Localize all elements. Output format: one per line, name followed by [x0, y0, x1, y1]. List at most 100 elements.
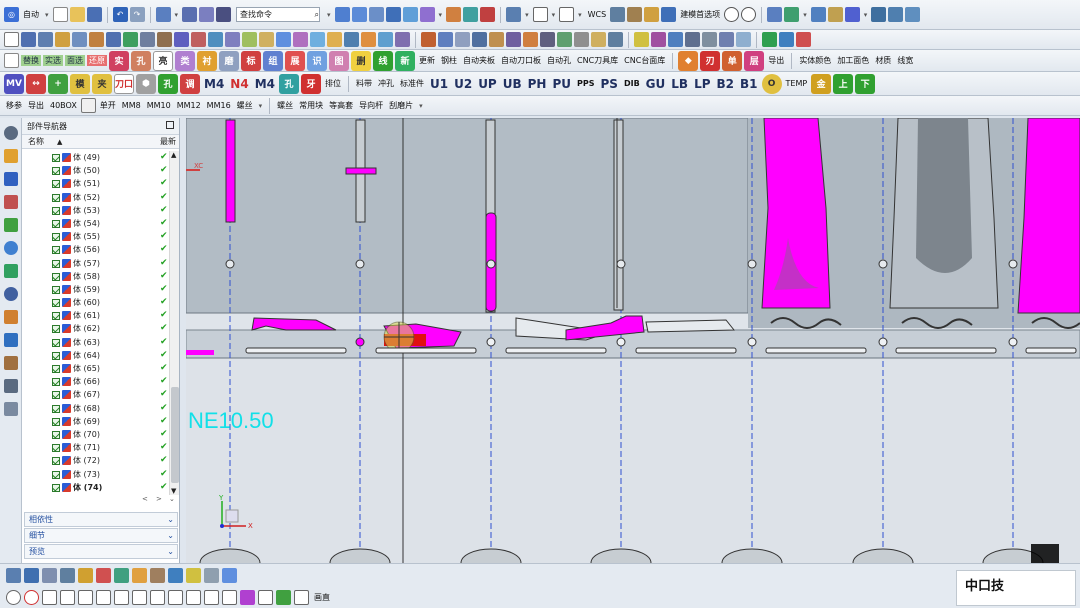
- bridge-icon[interactable]: [591, 32, 606, 47]
- tree-item[interactable]: 体 (55) ✔: [22, 230, 169, 243]
- auto-hole-icon[interactable]: 孔: [131, 50, 151, 71]
- graphics-viewport[interactable]: XC NE10.50 X Y: [186, 118, 1080, 563]
- redo-icon[interactable]: ↷: [129, 7, 145, 22]
- snap-icon[interactable]: [199, 7, 215, 22]
- u2-button[interactable]: U2: [452, 77, 474, 91]
- curve-icon[interactable]: [463, 7, 479, 22]
- transform-icon[interactable]: [168, 567, 183, 583]
- mirror-icon[interactable]: [242, 32, 257, 47]
- marker-icon[interactable]: [186, 567, 201, 583]
- visibility-checkbox[interactable]: [52, 365, 60, 373]
- pattern-tool-icon[interactable]: [150, 567, 165, 583]
- ruler-icon[interactable]: [627, 7, 643, 22]
- guide-line-icon[interactable]: 线: [373, 50, 393, 71]
- common-block-button[interactable]: 常用块: [297, 100, 325, 111]
- box-icon[interactable]: [80, 98, 96, 113]
- tree-item[interactable]: 体 (67) ✔: [22, 388, 169, 401]
- chevron-down-icon[interactable]: ▾: [45, 11, 49, 19]
- dot-icon[interactable]: [719, 32, 734, 47]
- auto-dim-icon[interactable]: 标: [241, 50, 261, 71]
- patch-icon[interactable]: [395, 32, 410, 47]
- curve-offset-icon[interactable]: [574, 32, 589, 47]
- adjust-icon[interactable]: 调: [180, 73, 200, 94]
- move-object-icon[interactable]: [132, 567, 147, 583]
- constraint-navigator-icon[interactable]: [4, 172, 18, 186]
- steel-pillar-button[interactable]: 钢柱: [439, 55, 459, 66]
- layer-icon[interactable]: [216, 7, 232, 22]
- export-icon[interactable]: [762, 32, 777, 47]
- auto-clamp-button[interactable]: 自动夹板: [461, 55, 497, 66]
- part-navigator-icon[interactable]: [4, 195, 18, 209]
- settings-icon[interactable]: [4, 126, 18, 140]
- trim-icon[interactable]: [123, 32, 138, 47]
- tree-item[interactable]: 体 (52) ✔: [22, 191, 169, 204]
- axis-icon[interactable]: [472, 32, 487, 47]
- sew-icon[interactable]: [378, 32, 393, 47]
- snap-point-icon[interactable]: [60, 567, 75, 583]
- wave-icon[interactable]: [294, 589, 309, 605]
- polyline-icon[interactable]: [651, 32, 666, 47]
- modeling-preferences-label[interactable]: 建模首选项: [678, 9, 722, 20]
- measure-icon[interactable]: [182, 7, 198, 22]
- lb-button[interactable]: LB: [669, 77, 690, 91]
- wcs-label[interactable]: WCS: [586, 10, 609, 19]
- b1-button[interactable]: B1: [738, 77, 760, 91]
- visibility-checkbox[interactable]: [52, 391, 60, 400]
- extrude-icon[interactable]: [21, 32, 36, 47]
- rotate-icon[interactable]: [368, 7, 384, 22]
- tooth-icon[interactable]: 牙: [301, 73, 321, 94]
- edit-icon[interactable]: [78, 567, 93, 583]
- part-icon[interactable]: [644, 7, 660, 22]
- scraper-button[interactable]: 刮磨片: [387, 100, 415, 111]
- tree-item[interactable]: 体 (74) ✔: [22, 481, 169, 494]
- point-icon[interactable]: [438, 32, 453, 47]
- visibility-checkbox[interactable]: [52, 206, 60, 215]
- wrench-icon[interactable]: [827, 7, 843, 22]
- visibility-checkbox[interactable]: [52, 259, 60, 268]
- unfold-icon[interactable]: 展: [285, 50, 305, 71]
- visibility-checkbox[interactable]: [52, 246, 60, 255]
- visibility-checkbox[interactable]: [52, 470, 60, 479]
- tree-item[interactable]: 体 (56) ✔: [22, 243, 169, 256]
- update-icon[interactable]: 新: [395, 50, 415, 71]
- offset-curve-icon[interactable]: [168, 589, 183, 605]
- filter-icon[interactable]: [559, 7, 575, 22]
- punch-button[interactable]: 冲孔: [376, 78, 396, 89]
- tool-icon[interactable]: [810, 7, 826, 22]
- mm12-button[interactable]: MM12: [175, 101, 203, 110]
- material-icon[interactable]: [796, 32, 811, 47]
- tree-item[interactable]: 体 (63) ✔: [22, 336, 169, 349]
- spline-icon[interactable]: [506, 32, 521, 47]
- highlight-icon[interactable]: 亮: [153, 50, 173, 71]
- m4-button[interactable]: M4: [202, 77, 226, 91]
- tree-item[interactable]: 体 (69) ✔: [22, 415, 169, 428]
- model-view[interactable]: XC NE10.50 X Y: [186, 118, 1080, 563]
- mirror-curve-icon[interactable]: [186, 589, 201, 605]
- replace-button[interactable]: 替换: [21, 55, 41, 66]
- hatch-icon[interactable]: [258, 589, 273, 605]
- visibility-checkbox[interactable]: [52, 219, 60, 228]
- preview-panel[interactable]: 预览 ⌄: [24, 544, 178, 559]
- clamp-icon[interactable]: 夹: [92, 73, 112, 94]
- preferences-icon[interactable]: [661, 7, 677, 22]
- join-icon[interactable]: [608, 32, 623, 47]
- section-icon[interactable]: [402, 7, 418, 22]
- offset-icon[interactable]: [140, 32, 155, 47]
- visibility-checkbox[interactable]: [52, 167, 60, 176]
- assembly-icon[interactable]: [767, 7, 783, 22]
- export-button[interactable]: 导出: [766, 55, 786, 66]
- view-icon[interactable]: [334, 7, 350, 22]
- draft-icon[interactable]: [157, 32, 172, 47]
- grid2-icon[interactable]: [905, 7, 921, 22]
- chamfer-tool-icon[interactable]: [150, 589, 165, 605]
- type-icon[interactable]: 类: [175, 50, 195, 71]
- tree-item[interactable]: 体 (49) ✔: [22, 151, 169, 164]
- ub-button[interactable]: UB: [501, 77, 524, 91]
- add-icon[interactable]: +: [48, 73, 68, 94]
- spline-tool-icon[interactable]: [276, 589, 291, 605]
- tree-item[interactable]: 体 (68) ✔: [22, 402, 169, 415]
- palette-icon[interactable]: [4, 379, 18, 393]
- slot-icon[interactable]: [60, 589, 75, 605]
- backslash-icon[interactable]: [736, 32, 751, 47]
- intersect-icon[interactable]: [557, 32, 572, 47]
